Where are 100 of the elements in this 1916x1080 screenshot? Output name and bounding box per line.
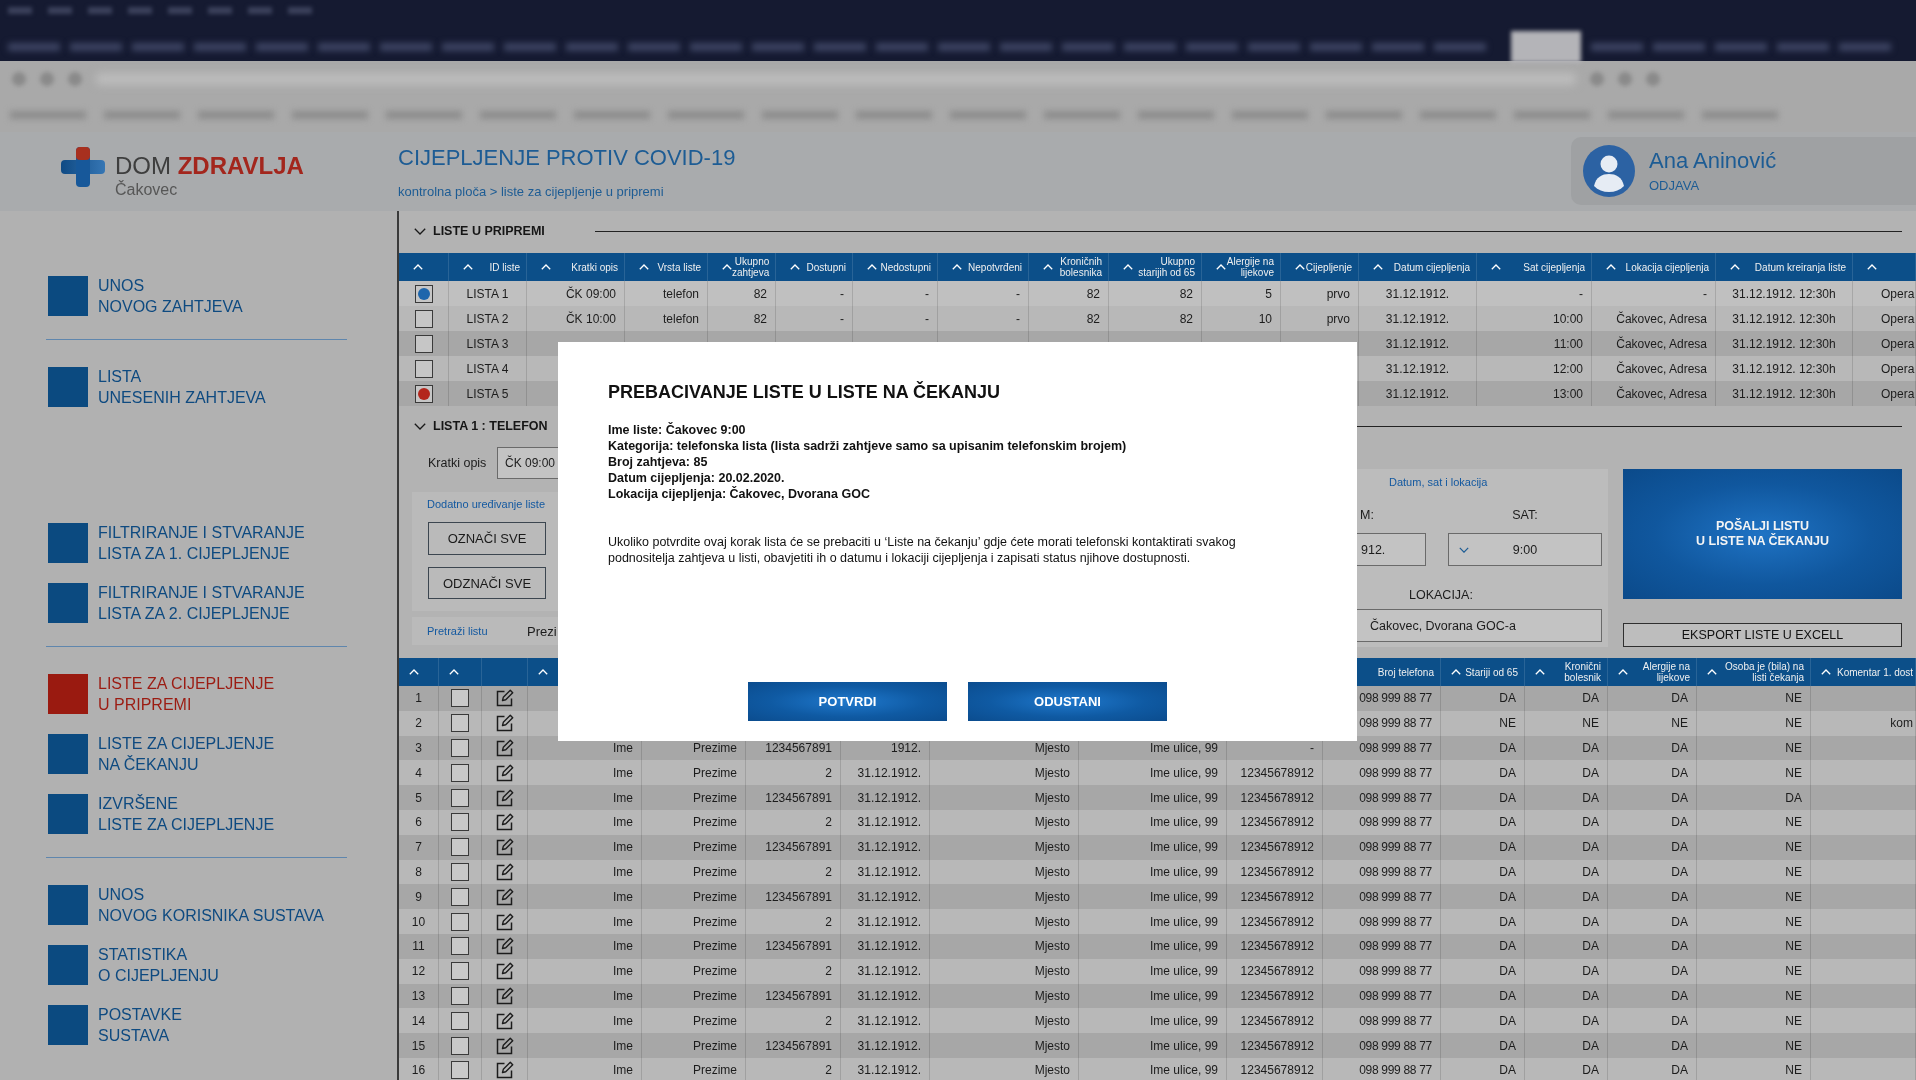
cell-text: Ime <box>613 889 633 904</box>
cell-text: Prezime <box>693 1038 737 1053</box>
cell-text: Prezime <box>693 939 737 954</box>
cell-text: 1234567891 <box>765 840 832 855</box>
row-number: 2 <box>415 716 422 731</box>
cell-text: DA <box>1582 765 1599 780</box>
column-header: Nedostupni <box>880 261 932 273</box>
row-number: 4 <box>415 765 422 780</box>
cell-text: 12345678912 <box>1240 914 1314 929</box>
cell-text: Ime <box>613 1063 633 1078</box>
cell-text: 12345678912 <box>1240 1038 1314 1053</box>
cell-text: DA <box>1499 1063 1516 1078</box>
cell-text: DA <box>1499 1013 1516 1028</box>
cell-text: - <box>1703 286 1707 301</box>
cell-text: DA <box>1499 939 1516 954</box>
cell-text: DA <box>1671 889 1688 904</box>
cell-text: Ime ulice, 99 <box>1149 790 1218 805</box>
cell-text: Ime ulice, 99 <box>1149 765 1218 780</box>
cell-text: Mjesto <box>1034 939 1070 954</box>
cell-text: 31.12.1912. <box>1385 336 1450 351</box>
cell-text: 098 999 88 77 <box>1359 741 1432 755</box>
cell-text: LISTA 3 <box>466 336 509 351</box>
cell-text: 31.12.1912. 12:30h <box>1732 286 1836 301</box>
row-number: 13 <box>411 988 426 1003</box>
cell-text: LISTA 1 <box>466 286 509 301</box>
brand-name: DOM ZDRAVLJA <box>115 153 304 179</box>
cell-text: 1234567891 <box>765 889 832 904</box>
cell-text: Mjesto <box>1034 1013 1070 1028</box>
cell-text: 098 999 88 77 <box>1359 1063 1432 1078</box>
column-header: Kroničnih bolesnika <box>1059 256 1103 278</box>
cell-text: Čakovec, Adresa <box>1616 311 1707 326</box>
cell-text: 1234567891 <box>765 741 832 755</box>
row-number: 7 <box>415 840 422 855</box>
cell-text: Opera <box>1881 386 1915 401</box>
row-number: 3 <box>415 741 422 755</box>
cell-text: DA <box>1499 964 1516 979</box>
cell-text: Ime <box>613 790 633 805</box>
row-number: 1 <box>415 691 422 706</box>
cell-text: 10:00 <box>1552 311 1583 326</box>
cell-text: Ime <box>613 741 633 755</box>
detail-line: Lokacija cijepljenja: Čakovec, Dvorana GOC <box>608 486 870 502</box>
cell-text: NE <box>1785 964 1802 979</box>
cell-text: LISTA 4 <box>466 361 509 376</box>
cell-text: DA <box>1582 1063 1599 1078</box>
cell-text: 31.12.1912. <box>857 765 921 780</box>
cell-text: DA <box>1582 964 1599 979</box>
column-header: ID liste <box>489 261 521 273</box>
cell-text: Čakovec, Adresa <box>1616 386 1707 401</box>
cell-text: 82 <box>1086 286 1100 301</box>
cell-text: Čakovec, Adresa <box>1616 361 1707 376</box>
cell-text: DA <box>1582 988 1599 1003</box>
cell-text: Mjesto <box>1034 765 1070 780</box>
cell-text: 1234567891 <box>765 1038 832 1053</box>
cell-text: Ime ulice, 99 <box>1149 741 1218 755</box>
cell-text: Opera <box>1881 286 1915 301</box>
cell-text: 31.12.1912. <box>857 964 921 979</box>
cell-text: 82 <box>753 311 767 326</box>
cell-text: DA <box>1582 914 1599 929</box>
cell-text: Ime <box>613 1038 633 1053</box>
cell-text: Ime <box>613 765 633 780</box>
cell-text: Prezime <box>693 815 737 830</box>
detail-line: Ime liste: Čakovec 9:00 <box>608 422 746 438</box>
cell-text: ČK 10:00 <box>565 311 616 326</box>
cell-text: Ime ulice, 99 <box>1149 988 1218 1003</box>
cell-text: NE <box>1671 716 1688 731</box>
cell-text: 12345678912 <box>1240 889 1314 904</box>
cell-text: 12345678912 <box>1240 964 1314 979</box>
cell-text: 12345678912 <box>1240 765 1314 780</box>
brand-city: Čakovec <box>115 181 178 199</box>
cell-text: - <box>1579 286 1583 301</box>
cell-text: Mjesto <box>1034 840 1070 855</box>
cell-text: telefon <box>662 286 699 301</box>
column-header: Dostupni <box>806 261 847 273</box>
cell-text: Mjesto <box>1034 914 1070 929</box>
cell-text: 82 <box>753 286 767 301</box>
cell-text: 13:00 <box>1552 386 1583 401</box>
cell-text: Ime ulice, 99 <box>1149 889 1218 904</box>
cell-text: Ime ulice, 99 <box>1149 840 1218 855</box>
cell-text: 31.12.1912. <box>857 939 921 954</box>
cell-text: Opera <box>1881 336 1915 351</box>
cell-text: 098 999 88 77 <box>1359 840 1432 855</box>
cell-text: prvo <box>1326 311 1350 326</box>
cell-text: DA <box>1499 889 1516 904</box>
column-header: Ukupno zahtjeva <box>732 256 771 278</box>
cell-text: Prezime <box>693 988 737 1003</box>
cell-text: Prezime <box>693 741 737 755</box>
column-header: Kronični bolesnik <box>1564 661 1602 683</box>
cell-text: NE <box>1785 988 1802 1003</box>
cell-text: - <box>925 311 929 326</box>
cell-text: DA <box>1671 964 1688 979</box>
cell-text: DA <box>1499 1038 1516 1053</box>
cell-text: Prezime <box>693 914 737 929</box>
row-number: 15 <box>411 1038 426 1053</box>
detail-line: Broj zahtjeva: 85 <box>608 454 708 470</box>
cell-text: 10 <box>1258 311 1272 326</box>
cell-text: Prezime <box>693 889 737 904</box>
cell-text: DA <box>1499 691 1516 706</box>
cell-text: Mjesto <box>1034 889 1070 904</box>
column-header: Stariji od 65 <box>1465 666 1519 678</box>
column-header: Alergije na lijekove <box>1642 661 1691 683</box>
